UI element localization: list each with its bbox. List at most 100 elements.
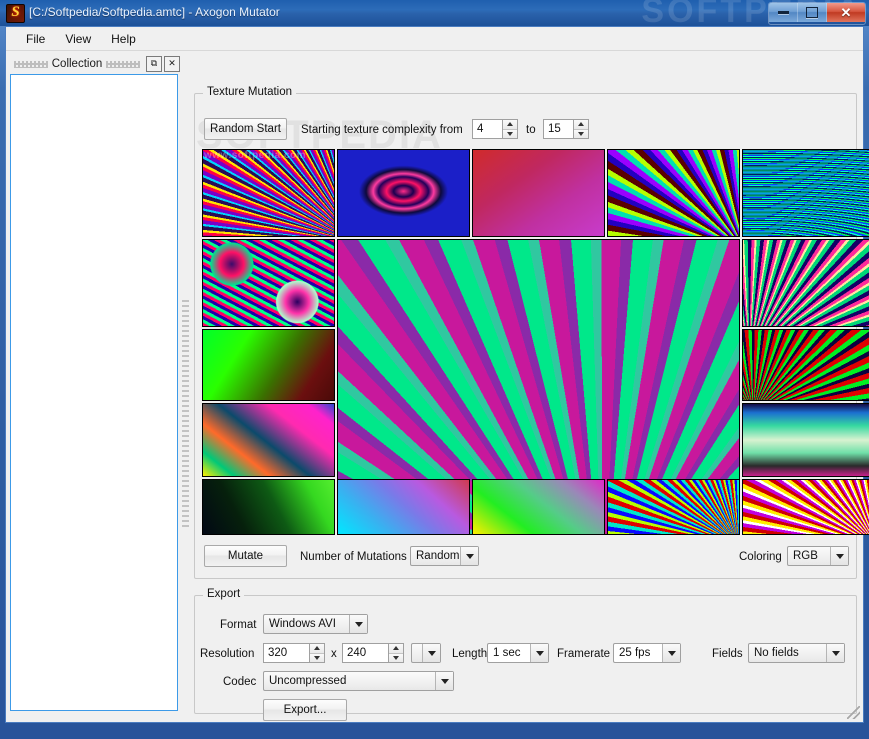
spin-up-icon[interactable] [574,120,588,130]
texture-preview [608,150,739,236]
tile-r3c5[interactable] [742,329,869,401]
format-select[interactable]: Windows AVI [263,614,368,634]
texture-preview [203,240,334,326]
drag-grip-right[interactable] [106,60,140,68]
menu-help[interactable]: Help [101,29,146,49]
resolution-width-stepper[interactable]: 320 [263,643,325,663]
tile-r1c1[interactable] [202,149,335,237]
chevron-down-icon[interactable] [349,615,367,633]
spin-up-icon[interactable] [503,120,517,130]
fields-select[interactable]: No fields [748,643,845,663]
texture-preview [743,404,869,476]
chevron-down-icon[interactable] [662,644,680,662]
random-start-button[interactable]: Random Start [204,118,287,140]
num-mutations-select[interactable]: Random [410,546,479,566]
chevron-down-icon[interactable] [830,547,848,565]
chevron-down-icon[interactable] [460,547,478,565]
chevron-down-icon[interactable] [422,644,440,662]
texture-preview [203,330,334,400]
codec-select[interactable]: Uncompressed [263,671,454,691]
coloring-select[interactable]: RGB [787,546,849,566]
tile-r3c1[interactable] [202,329,335,401]
tile-r1c5[interactable] [742,149,869,237]
texture-preview [203,150,334,236]
texture-preview [338,150,469,236]
texture-mutation-legend: Texture Mutation [203,86,297,98]
spin-down-icon[interactable] [389,653,403,662]
tile-r5c2[interactable] [337,479,470,535]
coloring-value: RGB [793,550,818,562]
tile-r2c1[interactable] [202,239,335,327]
spin-down-icon[interactable] [574,129,588,138]
tile-r1c4[interactable] [607,149,740,237]
application-window: SOFTPEDIA S [C:/Softpedia/Softpedia.amtc… [0,0,869,739]
texture-preview [473,480,604,534]
tile-r1c2[interactable] [337,149,470,237]
export-legend: Export [203,588,245,600]
app-icon: S [6,4,25,23]
texture-preview [743,330,869,400]
resolution-height-arrows[interactable] [389,643,404,663]
spin-down-icon[interactable] [310,653,324,662]
length-select[interactable]: 1 sec [487,643,549,663]
close-button[interactable]: ✕ [827,3,865,22]
mutate-button[interactable]: Mutate [204,545,287,567]
spin-up-icon[interactable] [389,644,403,654]
texture-mutation-group: Texture Mutation Random Start Starting t… [194,86,869,579]
num-mutations-value: Random [416,550,460,562]
fields-label: Fields [712,648,743,660]
complexity-from-stepper[interactable]: 4 [472,119,518,139]
tile-r1c3[interactable] [472,149,605,237]
num-mutations-label: Number of Mutations [300,551,407,563]
complexity-from-input[interactable]: 4 [472,119,503,139]
chevron-down-icon[interactable] [435,672,453,690]
menu-view[interactable]: View [55,29,101,49]
window-title: [C:/Softpedia/Softpedia.amtc] - Axogon M… [29,5,280,19]
collection-title: Collection [51,58,103,70]
framerate-select[interactable]: 25 fps [613,643,681,663]
complexity-to-arrows[interactable] [574,119,589,139]
framerate-value: 25 fps [614,647,662,659]
texture-preview [743,240,869,326]
vertical-splitter[interactable] [182,297,189,527]
resolution-x-label: x [331,648,337,660]
drag-grip-left[interactable] [14,60,48,68]
texture-preview [203,404,334,476]
tile-r5c4[interactable] [607,479,740,535]
resize-grip[interactable] [847,706,860,719]
format-label: Format [220,619,257,631]
tile-r5c5[interactable] [742,479,869,535]
resolution-height-input[interactable]: 240 [342,643,389,663]
chevron-down-icon[interactable] [530,644,548,662]
close-icon[interactable]: ✕ [164,56,180,72]
spin-down-icon[interactable] [503,129,517,138]
texture-preview [743,150,869,236]
float-icon[interactable]: ⧉ [146,56,162,72]
tile-r5c1[interactable] [202,479,335,535]
chevron-down-icon[interactable] [826,644,844,662]
menu-file[interactable]: File [16,29,55,49]
complexity-from-arrows[interactable] [503,119,518,139]
title-bar: SOFTPEDIA S [C:/Softpedia/Softpedia.amtc… [0,0,869,26]
maximize-button[interactable] [798,3,827,22]
texture-grid: www.softpedia.com [202,149,869,535]
complexity-to-stepper[interactable]: 15 [543,119,589,139]
complexity-to-input[interactable]: 15 [543,119,574,139]
resolution-width-arrows[interactable] [310,643,325,663]
export-button[interactable]: Export... [263,699,347,721]
minimize-button[interactable] [769,3,798,22]
tile-r5c3[interactable] [472,479,605,535]
resolution-height-stepper[interactable]: 240 [342,643,404,663]
framerate-label: Framerate [557,648,611,660]
texture-preview [203,480,334,534]
resolution-preset-select[interactable] [411,643,441,663]
codec-value: Uncompressed [269,675,347,687]
collection-list[interactable] [10,74,178,711]
spin-up-icon[interactable] [310,644,324,654]
tile-r2c5[interactable] [742,239,869,327]
menu-bar: File View Help [6,27,863,51]
tile-r4c5[interactable] [742,403,869,477]
resolution-width-input[interactable]: 320 [263,643,310,663]
length-label: Length [452,648,488,660]
tile-r4c1[interactable] [202,403,335,477]
